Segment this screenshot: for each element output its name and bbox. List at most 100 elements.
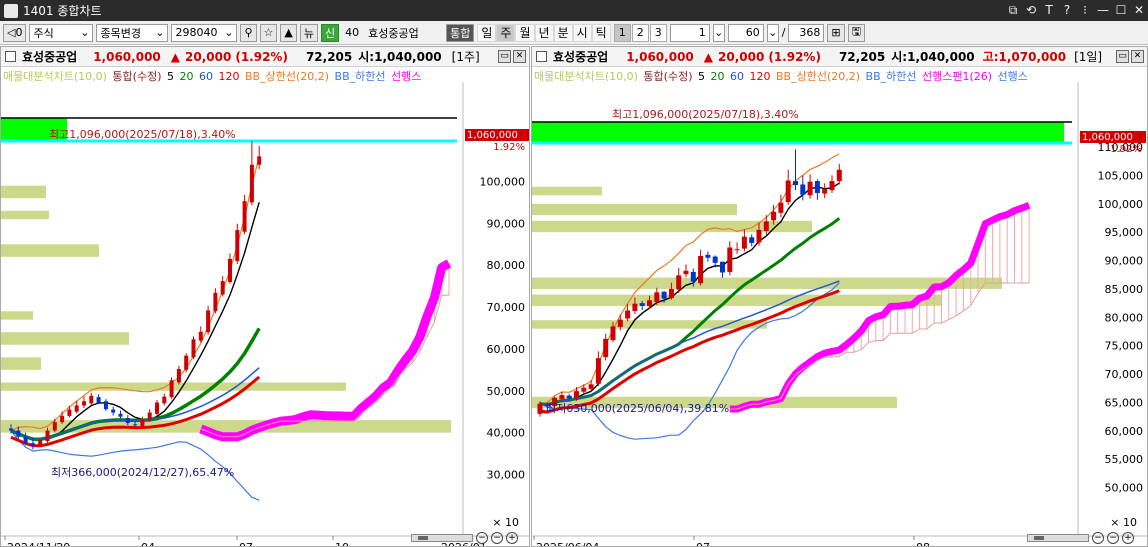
candle-body — [727, 247, 733, 272]
panel-restore-icon[interactable]: ▭ — [498, 50, 511, 63]
zoom-reset-icon[interactable]: − — [1092, 532, 1104, 544]
panel-checkbox[interactable] — [5, 51, 16, 62]
low-annotation: 최저630,000(2025/06/04),39.81% — [546, 402, 729, 415]
weekly-chart-canvas[interactable]: 100,000 90,000 80,000 70,000 60,000 50,000 40,… — [1, 68, 529, 546]
open-price: 시:1,040,000 — [358, 50, 442, 64]
up-icon[interactable]: ▲ — [280, 23, 297, 42]
credit-badge: 신 — [321, 23, 340, 42]
integrated-button[interactable]: 통합 — [446, 23, 475, 42]
y-tick-label: 30,000 — [487, 469, 526, 482]
candle-body — [82, 401, 86, 406]
prev-screen-button[interactable]: ◁0 — [3, 23, 27, 42]
stock-code-input[interactable]: 298040 ⌄ — [171, 23, 238, 42]
chevron-down-icon: ⌄ — [224, 26, 234, 39]
volume-profile-bar — [1, 332, 129, 345]
zoom-reset-icon[interactable]: − — [476, 532, 488, 544]
save-icon[interactable]: 🖫 — [847, 23, 866, 42]
refresh-icon[interactable]: ⟲ — [1022, 3, 1040, 18]
window-controls: ⧉ ⟲ T ? ⁝ — ☐ ✕ — [1004, 3, 1148, 18]
candle-body — [778, 202, 784, 213]
candle-body — [67, 409, 72, 416]
candle-body — [133, 424, 138, 426]
zoom-out-icon[interactable]: − — [1107, 532, 1119, 544]
zoom-out-icon[interactable]: − — [491, 532, 503, 544]
period-tab-0[interactable]: 일 — [477, 23, 497, 42]
zoom-in-icon[interactable]: + — [506, 532, 518, 544]
period-tab-5[interactable]: 시 — [572, 23, 592, 42]
candle-body — [698, 256, 704, 284]
candle-body — [60, 415, 65, 423]
candle-body — [647, 300, 652, 306]
candle-body — [89, 395, 94, 404]
candle-body — [249, 164, 254, 203]
daily-chart-canvas[interactable]: 110,000105,000100,00095,00090,00085,0008… — [532, 68, 1147, 546]
panel-restore-icon[interactable]: ▭ — [1116, 50, 1129, 63]
layout-button-3[interactable]: 3 — [649, 23, 667, 42]
candle-body — [198, 331, 203, 341]
candle-body — [147, 412, 152, 421]
x-tick-label: 08 — [916, 541, 930, 546]
minimize-icon[interactable]: — — [1094, 3, 1112, 18]
period-tab-2[interactable]: 월 — [515, 23, 535, 42]
chart-scrollbar[interactable] — [1027, 534, 1089, 542]
candle-body — [118, 413, 123, 417]
link-window-icon[interactable]: ⧉ — [1004, 3, 1022, 18]
current-price: 1,060,000 — [626, 49, 694, 64]
y-tick-label: 40,000 — [487, 427, 526, 440]
maximize-icon[interactable]: ☐ — [1112, 3, 1130, 18]
more-icon[interactable]: ⁝ — [1076, 3, 1094, 18]
open-price: 시:1,040,000 — [891, 50, 975, 64]
group-number: 40 — [345, 26, 360, 39]
count-separator: / — [781, 26, 786, 39]
candle-body — [785, 180, 791, 203]
candle-body — [574, 391, 579, 398]
weekly-chart-panel: 효성중공업 1,060,000 ▲ 20,000 (1.92%) 72,205 … — [0, 46, 530, 547]
chart-scrollbar[interactable] — [411, 534, 473, 542]
y-tick-label: 90,000 — [1105, 255, 1144, 268]
search-icon[interactable]: ⚲ — [240, 23, 257, 42]
help-icon[interactable]: ? — [1058, 3, 1076, 18]
candle-body — [822, 189, 828, 194]
panel-close-icon[interactable]: ✕ — [1131, 50, 1144, 63]
candle-body — [213, 292, 218, 312]
period-tab-6[interactable]: 틱 — [591, 23, 611, 42]
x-tick-label: 10 — [335, 541, 349, 546]
font-icon[interactable]: T — [1040, 3, 1058, 18]
scroll-thumb[interactable] — [1034, 536, 1044, 540]
price-label: 1,060,000 — [1082, 132, 1133, 143]
y-tick-label: 95,000 — [1105, 226, 1144, 239]
chart-toolbar: ◁0 주식 ⌄ 종목변경 ⌄ 298040 ⌄ ⚲ ☆ ▲ 뉴 신 40 효성중공업 … — [0, 21, 1148, 45]
add-chart-icon[interactable]: ⊞ — [827, 23, 845, 42]
zoom-in-icon[interactable]: + — [1122, 532, 1134, 544]
favorite-star-icon[interactable]: ☆ — [259, 23, 278, 42]
candle-body — [52, 422, 57, 431]
unit-spinner[interactable]: ⌄ — [712, 23, 725, 42]
candle-body — [162, 396, 167, 404]
leading-span1-line — [199, 259, 452, 442]
unit-input[interactable]: 1 — [669, 23, 710, 42]
period-tab-4[interactable]: 분 — [553, 23, 573, 42]
percent-label: 1.92% — [493, 142, 525, 153]
candle-body — [793, 181, 798, 186]
panel-close-icon[interactable]: ✕ — [513, 50, 526, 63]
stock-name: 효성중공업 — [368, 26, 419, 40]
market-select[interactable]: 주식 ⌄ — [29, 23, 94, 42]
panel-checkbox[interactable] — [536, 51, 547, 62]
change-percent: (1.92%) — [768, 49, 821, 64]
code-change-select[interactable]: 종목변경 ⌄ — [96, 23, 169, 42]
candle-body — [30, 443, 35, 447]
y-tick-label: 65,000 — [1105, 396, 1144, 409]
price-change: 20,000 — [718, 49, 765, 64]
close-icon[interactable]: ✕ — [1130, 3, 1148, 18]
scroll-thumb[interactable] — [418, 536, 428, 540]
zoom-controls-right: − − + — [1027, 532, 1134, 544]
candle-body — [125, 418, 130, 424]
news-button[interactable]: 뉴 — [299, 23, 318, 42]
count-input[interactable]: 60 — [727, 23, 764, 42]
y-tick-label: 55,000 — [1105, 453, 1144, 466]
period-tab-3[interactable]: 년 — [534, 23, 554, 42]
layout-button-2[interactable]: 2 — [631, 23, 649, 42]
period-tab-1[interactable]: 주 — [496, 23, 516, 42]
layout-button-1[interactable]: 1 — [613, 23, 631, 42]
count-spinner[interactable]: ⌄ — [766, 23, 779, 42]
